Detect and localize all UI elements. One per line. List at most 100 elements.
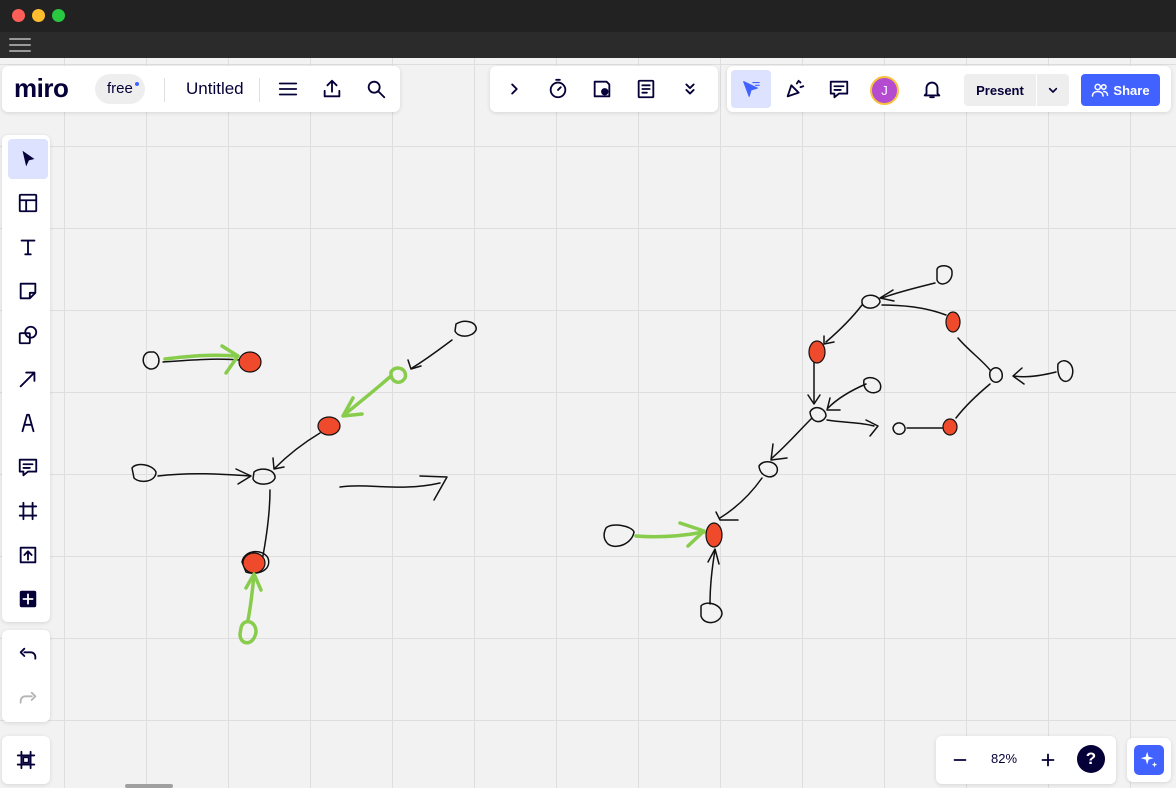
board-title[interactable]: Untitled <box>186 79 244 99</box>
help-button[interactable]: ? <box>1077 745 1105 773</box>
undo-button[interactable] <box>8 636 48 676</box>
celebrate-button[interactable] <box>777 71 813 107</box>
graph-left <box>131 320 477 574</box>
zoom-panel: 82% ? <box>936 736 1116 784</box>
zoom-in-button[interactable] <box>1030 742 1066 778</box>
graph-right-green-arrows <box>634 521 706 548</box>
comment-tool-button[interactable] <box>8 447 48 487</box>
highlight-node <box>238 351 262 373</box>
ai-assistant-button[interactable] <box>1127 738 1171 782</box>
bell-icon <box>923 81 941 99</box>
more-tools-button[interactable] <box>672 71 708 107</box>
graph-right-highlights <box>705 311 961 548</box>
plus-square-icon <box>19 590 37 608</box>
node <box>131 463 157 483</box>
maximize-window-button[interactable] <box>52 9 65 22</box>
minus-icon <box>953 759 967 761</box>
expand-toolbar-button[interactable] <box>496 71 532 107</box>
highlight-node <box>942 418 958 436</box>
graph-left-green-arrows <box>163 344 408 645</box>
text-icon <box>20 239 36 256</box>
reactions-select-button[interactable] <box>731 70 771 108</box>
select-cursor-icon <box>743 81 760 97</box>
horizontal-scrollbar[interactable] <box>125 784 173 788</box>
minimize-window-button[interactable] <box>32 9 45 22</box>
comments-button[interactable] <box>821 71 857 107</box>
plan-badge[interactable]: free <box>95 74 145 104</box>
board-canvas[interactable] <box>0 58 1176 788</box>
board-menu-button[interactable] <box>270 71 306 107</box>
green-node <box>389 366 408 384</box>
node <box>252 468 276 485</box>
highlight-node <box>705 522 723 548</box>
chevron-double-down-icon <box>685 83 695 95</box>
text-tool-button[interactable] <box>8 227 48 267</box>
notes-button[interactable] <box>628 71 664 107</box>
sticky-note-tool-button[interactable] <box>8 271 48 311</box>
undo-icon <box>19 647 37 660</box>
templates-icon <box>18 193 38 213</box>
edge <box>957 337 991 371</box>
search-button[interactable] <box>358 71 394 107</box>
comments-icon <box>829 80 849 99</box>
zoom-level[interactable]: 82% <box>986 751 1022 766</box>
upload-icon <box>19 546 37 564</box>
user-avatar[interactable]: J <box>870 76 899 105</box>
creation-toolbar <box>2 135 50 622</box>
arrow-tool-button[interactable] <box>8 359 48 399</box>
share-button[interactable]: Share <box>1081 74 1160 106</box>
redo-button[interactable] <box>8 680 48 720</box>
edge <box>339 482 441 488</box>
highlight-node <box>808 340 826 364</box>
miro-logo[interactable]: miro <box>14 73 69 104</box>
frame-icon <box>18 501 38 521</box>
node <box>603 524 635 548</box>
frames-panel-icon <box>16 750 36 770</box>
window-titlebar <box>0 0 1176 32</box>
frame-tool-button[interactable] <box>8 491 48 531</box>
node <box>936 265 953 285</box>
freehand-drawing[interactable] <box>0 58 1176 788</box>
divider <box>164 78 165 102</box>
select-tool-button[interactable] <box>8 139 48 179</box>
present-button[interactable]: Present <box>964 74 1036 106</box>
edge <box>1013 371 1057 378</box>
arrow-icon <box>19 371 36 388</box>
export-icon <box>323 79 341 98</box>
zoom-out-button[interactable] <box>942 742 978 778</box>
sparkle-icon <box>1140 751 1158 768</box>
pen-tool-button[interactable] <box>8 403 48 443</box>
hamburger-icon[interactable] <box>9 38 31 54</box>
timer-button[interactable] <box>540 71 576 107</box>
arrowhead <box>407 359 422 370</box>
plan-badge-dot <box>134 82 139 86</box>
chevron-down-icon <box>1048 87 1058 93</box>
chevron-right-icon <box>511 83 518 95</box>
edge <box>261 489 271 562</box>
node <box>861 294 881 309</box>
notes-icon <box>637 79 655 99</box>
graph-left-highlights <box>238 351 341 574</box>
edge <box>881 304 947 316</box>
plan-badge-label: free <box>107 80 133 97</box>
present-options-button[interactable] <box>1037 74 1069 106</box>
upload-tool-button[interactable] <box>8 535 48 575</box>
export-button[interactable] <box>314 71 350 107</box>
highlight-node <box>945 311 961 333</box>
shapes-icon <box>18 325 38 345</box>
frames-panel-button[interactable] <box>6 740 46 780</box>
arrowhead <box>865 419 879 437</box>
voting-button[interactable] <box>584 71 620 107</box>
notifications-button[interactable] <box>914 71 950 107</box>
close-window-button[interactable] <box>12 9 25 22</box>
templates-tool-button[interactable] <box>8 183 48 223</box>
more-apps-button[interactable] <box>8 579 48 619</box>
node <box>863 376 882 394</box>
pen-icon <box>21 413 35 433</box>
edge <box>274 432 321 469</box>
highlight-node <box>242 552 266 574</box>
node <box>989 367 1003 383</box>
shapes-tool-button[interactable] <box>8 315 48 355</box>
sticky-note-icon <box>19 282 37 300</box>
edge <box>881 282 936 299</box>
